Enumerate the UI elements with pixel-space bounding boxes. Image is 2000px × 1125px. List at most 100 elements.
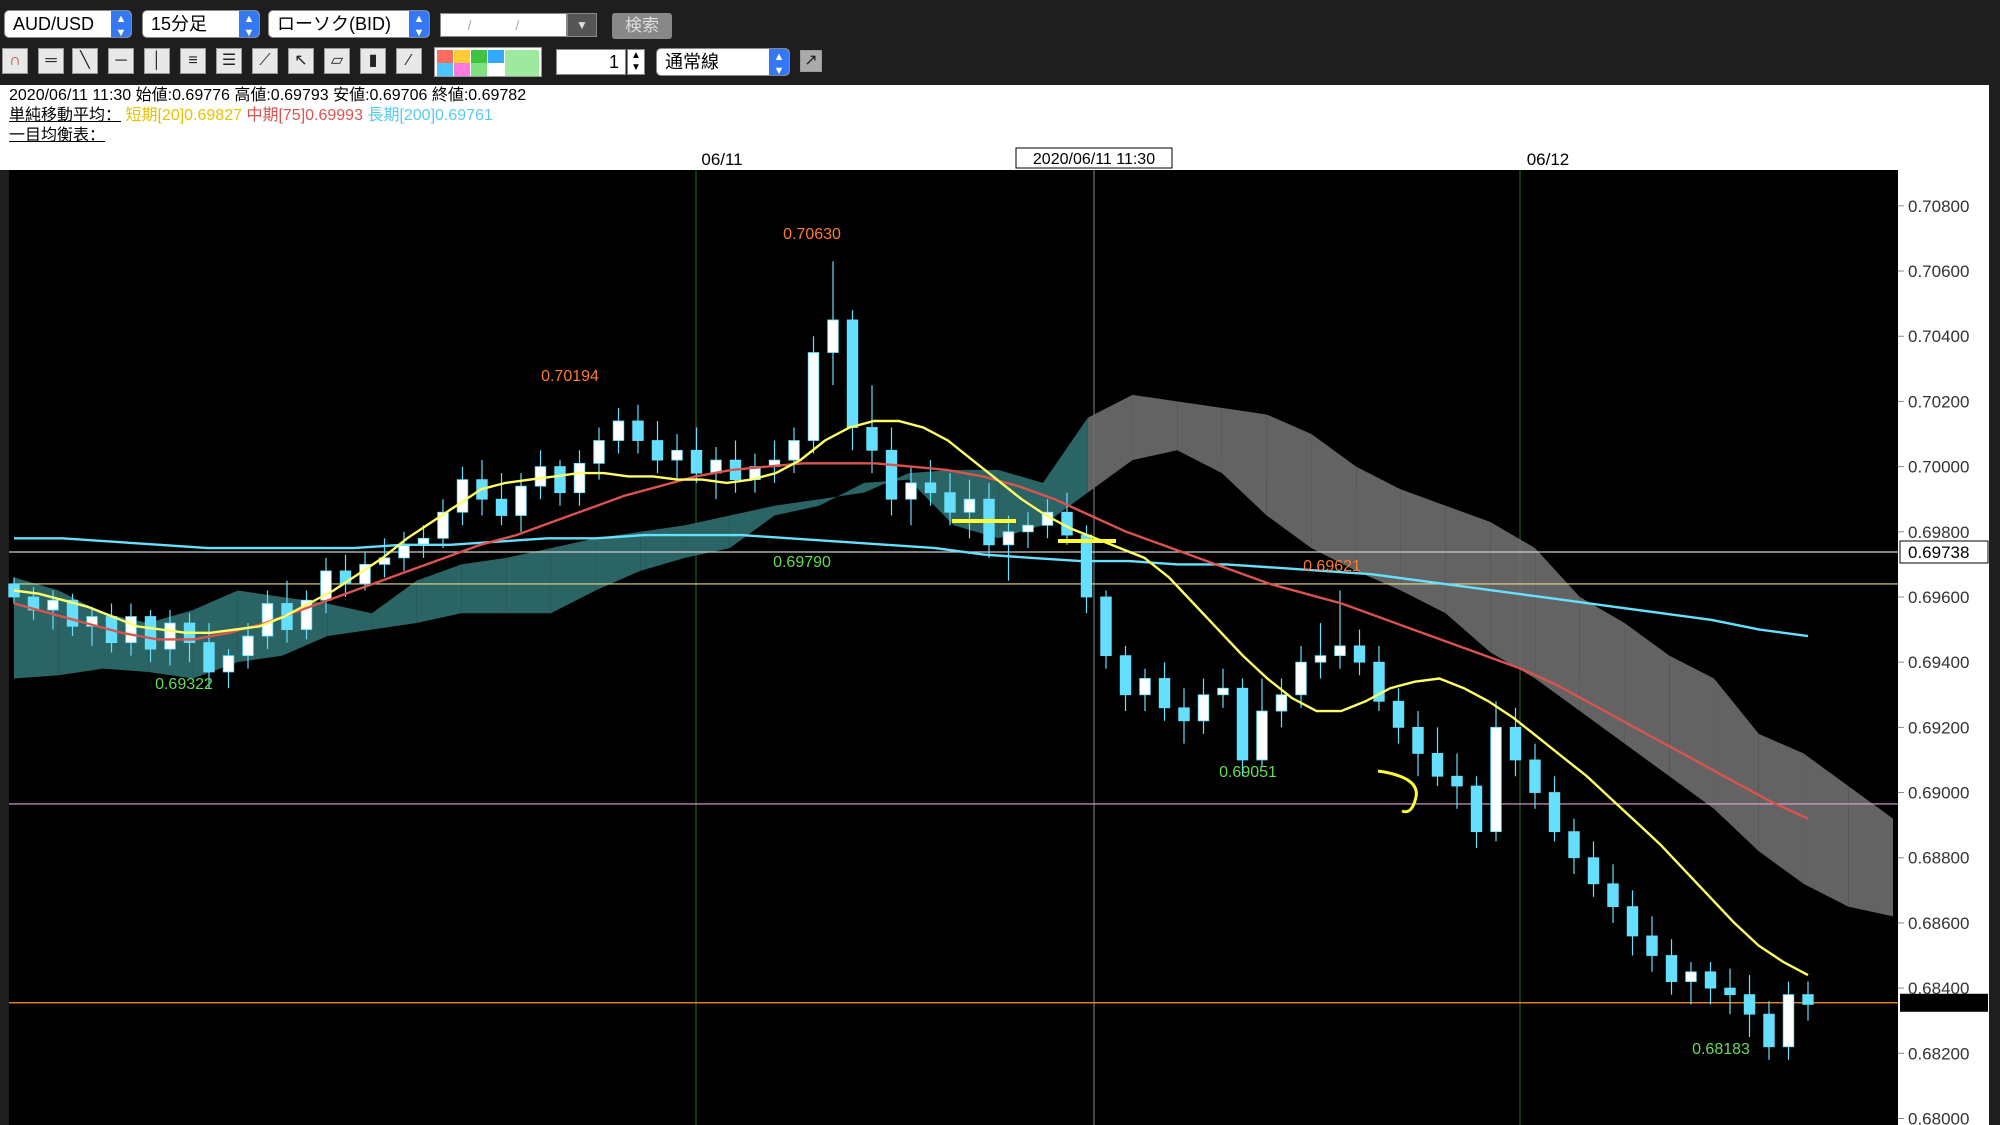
candle-body bbox=[1782, 994, 1795, 1048]
candle-body bbox=[1509, 726, 1522, 761]
price-tick-label: 0.70400 bbox=[1908, 327, 1969, 346]
sma-long-value: 長期[200]0.69761 bbox=[367, 107, 493, 124]
candle-body bbox=[1529, 759, 1541, 793]
chart-type-select[interactable]: ローソク(BID) ▲ ▼ bbox=[268, 10, 430, 38]
trend-line-icon[interactable]: ╲ bbox=[72, 48, 98, 74]
candle-body bbox=[1353, 645, 1366, 663]
price-tick-label: 0.70600 bbox=[1908, 262, 1969, 281]
sma-legend: 単純移動平均： 短期[20]0.69827 中期[75]0.69993 長期[2… bbox=[9, 106, 493, 126]
vertical-line-icon[interactable]: │ bbox=[144, 48, 170, 74]
palette-swatch[interactable] bbox=[437, 50, 453, 63]
candle-body bbox=[924, 482, 937, 494]
candle-body bbox=[1158, 678, 1171, 709]
popout-arrow-icon[interactable]: ↗ bbox=[800, 50, 822, 72]
candle-body bbox=[222, 655, 235, 673]
color-palette[interactable] bbox=[434, 47, 542, 77]
price-tick-label: 0.69800 bbox=[1908, 523, 1969, 542]
toolbar-row-top: AUD/USD ▲ ▼ 15分足 ▲ ▼ ローソク(BID) ▲ ▼ / / ▼ 検索 bbox=[0, 6, 2000, 42]
candle-body bbox=[612, 420, 625, 441]
palette-swatch[interactable] bbox=[471, 63, 487, 76]
palette-swatch[interactable] bbox=[488, 50, 504, 63]
sma-label[interactable]: 単純移動平均： bbox=[9, 107, 121, 124]
candle-body bbox=[1080, 534, 1093, 598]
candle-body bbox=[1470, 785, 1483, 833]
candle-body bbox=[1451, 775, 1463, 787]
date-label-0612: 06/12 bbox=[1527, 150, 1570, 169]
ichimoku-legend: 一目均衡表： bbox=[9, 126, 105, 146]
price-tick-label: 0.70000 bbox=[1908, 458, 1969, 477]
price-tick-label: 0.69200 bbox=[1908, 718, 1969, 737]
eraser-icon[interactable]: ▱ bbox=[324, 48, 350, 74]
fibonacci-icon[interactable]: ☰ bbox=[216, 48, 242, 74]
candle-body bbox=[885, 449, 898, 500]
candle-body bbox=[1490, 726, 1502, 833]
palette-swatch[interactable] bbox=[437, 63, 453, 76]
candle-body bbox=[1295, 661, 1307, 696]
candle-body bbox=[1743, 994, 1756, 1015]
ohlc-readout: 2020/06/11 11:30 始値:0.69776 高値:0.69793 安… bbox=[9, 87, 527, 104]
candle-body bbox=[788, 440, 800, 461]
horizontal-line-icon[interactable]: ─ bbox=[108, 48, 134, 74]
ichimoku-label[interactable]: 一目均衡表： bbox=[9, 127, 105, 144]
magnet-icon[interactable]: ∩ bbox=[2, 48, 28, 74]
settings-line-icon[interactable]: ⁄ bbox=[396, 48, 422, 74]
cursor-icon[interactable]: ↖ bbox=[288, 48, 314, 74]
price-chart[interactable]: 06/11 2020/06/11 11:30 06/12 0.70800 0.70600… bbox=[0, 147, 2000, 1125]
candle-body bbox=[515, 485, 527, 516]
line-width-stepper[interactable]: ▲ ▼ bbox=[627, 49, 645, 75]
selected-color-swatch[interactable] bbox=[505, 50, 539, 76]
candle-body bbox=[164, 622, 176, 650]
price-tick-label: 0.68000 bbox=[1908, 1109, 1969, 1125]
candle-body bbox=[144, 616, 157, 650]
candle-body bbox=[690, 449, 703, 474]
candle-body bbox=[1334, 645, 1346, 657]
candle-body bbox=[456, 479, 469, 513]
candle-body bbox=[944, 492, 956, 513]
line-style-select[interactable]: 通常線 ▲ ▼ bbox=[656, 48, 790, 76]
chart-type-select-value: ローソク(BID) bbox=[277, 14, 391, 34]
low-price-label: 0.69051 bbox=[1219, 764, 1277, 781]
price-tick-label: 0.69600 bbox=[1908, 588, 1969, 607]
candle-body bbox=[1392, 700, 1405, 728]
horizontal-ray-icon[interactable]: ═ bbox=[38, 48, 64, 74]
palette-swatch[interactable] bbox=[454, 63, 470, 76]
price-tick-label: 0.69000 bbox=[1908, 784, 1969, 803]
ichimoku-cloud-segment bbox=[1490, 522, 1536, 679]
price-tick-label: 0.68200 bbox=[1908, 1044, 1969, 1063]
candle-body bbox=[1548, 792, 1561, 833]
candle-body bbox=[1685, 971, 1697, 982]
candle-body bbox=[1178, 707, 1190, 722]
candle-body bbox=[1119, 655, 1132, 696]
low-price-label: 0.69322 bbox=[155, 676, 213, 693]
palette-swatch[interactable] bbox=[488, 63, 504, 76]
candle-body bbox=[963, 498, 976, 513]
candle-body bbox=[1568, 831, 1580, 859]
low-price-label: 0.68183 bbox=[1692, 1041, 1750, 1058]
fan-icon[interactable]: ⟋ bbox=[252, 48, 278, 74]
chevron-updown-icon: ▲ ▼ bbox=[239, 11, 259, 37]
palette-swatch[interactable] bbox=[471, 50, 487, 63]
low-price-label: 0.69790 bbox=[773, 554, 831, 571]
candle-body bbox=[495, 498, 508, 516]
candle-body bbox=[203, 642, 215, 673]
grid-lines-icon[interactable]: ≡ bbox=[180, 48, 206, 74]
candle-body bbox=[573, 462, 586, 494]
palette-swatch[interactable] bbox=[454, 50, 470, 63]
candle-body bbox=[47, 599, 59, 611]
timeframe-select[interactable]: 15分足 ▲ ▼ bbox=[142, 10, 260, 38]
trash-icon[interactable]: ▮ bbox=[360, 48, 386, 74]
search-button[interactable]: 検索 bbox=[612, 13, 672, 39]
candle-body bbox=[1275, 694, 1288, 712]
chevron-updown-icon: ▲ ▼ bbox=[769, 49, 789, 75]
date-picker-button[interactable]: ▼ bbox=[567, 13, 597, 37]
line-width-input[interactable]: 1 bbox=[556, 49, 626, 75]
candle-body bbox=[1412, 726, 1424, 754]
candle-body bbox=[1763, 1013, 1775, 1048]
symbol-select-value: AUD/USD bbox=[13, 14, 95, 34]
date-input[interactable]: / / bbox=[440, 13, 567, 37]
date-label-0611: 06/11 bbox=[701, 150, 742, 169]
crosshair-time-label: 2020/06/11 11:30 bbox=[1033, 151, 1155, 168]
candle-body bbox=[632, 420, 644, 441]
price-tick-label: 0.69400 bbox=[1908, 653, 1969, 672]
symbol-select[interactable]: AUD/USD ▲ ▼ bbox=[4, 10, 132, 38]
